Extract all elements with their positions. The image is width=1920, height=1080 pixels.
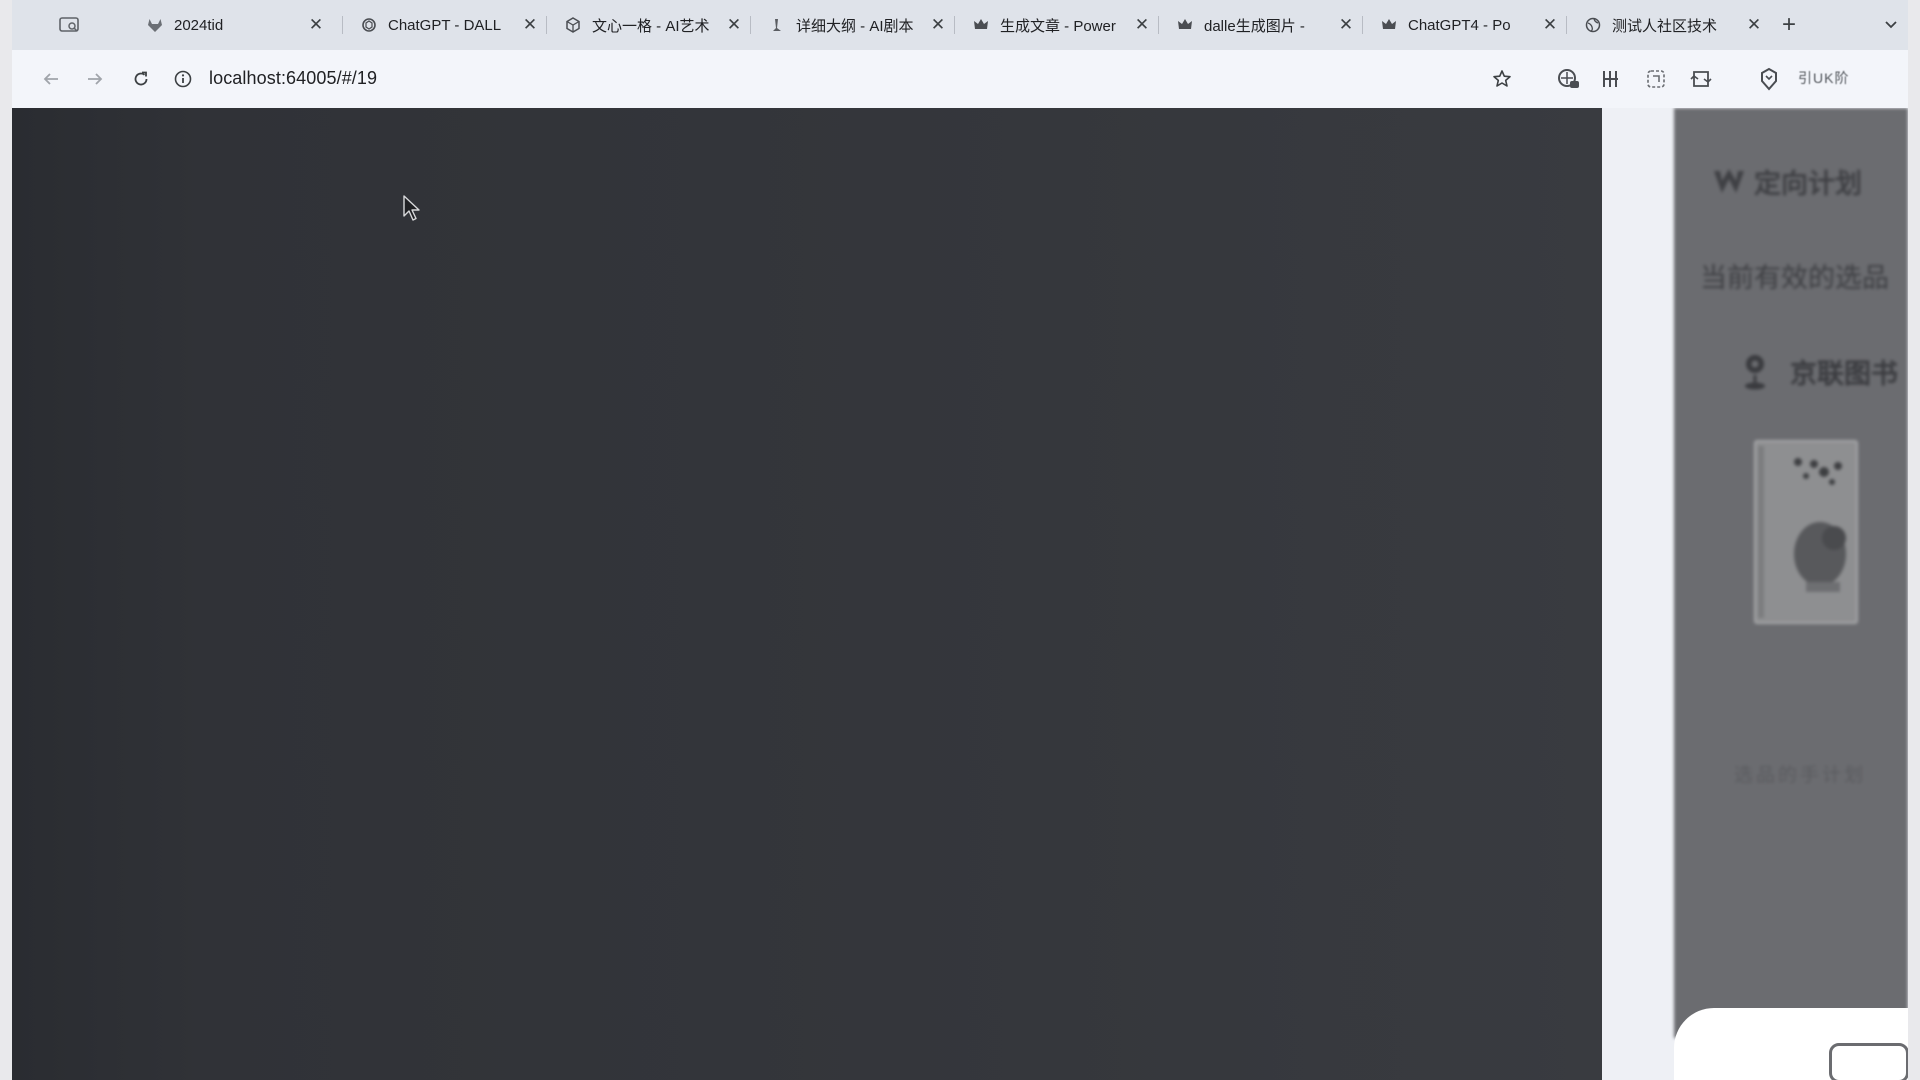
crown-icon [1380,16,1398,34]
close-icon[interactable]: ✕ [1540,15,1560,35]
tab-divider [750,16,751,34]
site-info-button[interactable] [172,68,194,90]
close-icon[interactable]: ✕ [520,15,540,35]
tab-title: 详细大纲 - AI剧本 [796,17,914,35]
extension-button[interactable] [1556,66,1582,92]
extension-icon [1558,69,1579,88]
browser-window: 2024tid ✕ ChatGPT - DALL ✕ 文心一格 - AI艺术 ✕… [12,0,1908,1080]
extension-icon [1647,70,1665,88]
extension-icon [1761,67,1777,91]
extension-button[interactable] [1598,66,1624,92]
tab-divider [1566,16,1567,34]
close-icon[interactable]: ✕ [306,15,326,35]
tab-divider [546,16,547,34]
tab-chatgpt4[interactable]: ChatGPT4 - Po ✕ [1368,8,1572,42]
logo-icon [1714,168,1744,193]
feather-icon [768,16,786,34]
page-content: 定向计划 当前有效的选品 京联图书 选品的手计划 [12,108,1908,1080]
crown-icon [972,16,990,34]
tab-divider [1362,16,1363,34]
tab-divider [954,16,955,34]
extension-button[interactable] [1688,66,1714,92]
panel-subtitle: 当前有效的选品 [1700,263,1889,293]
bookmark-button[interactable] [1489,66,1515,92]
cube-icon [564,16,582,34]
location-pin-icon [1745,354,1765,389]
address-bar[interactable]: localhost:64005/#/19 [209,68,377,89]
extension-button[interactable] [1756,66,1782,92]
plus-icon: + [1781,11,1796,38]
reload-icon [134,71,148,86]
new-tab-button[interactable]: + [1776,11,1802,38]
extension-button[interactable] [1643,66,1669,92]
book-cover-image[interactable] [1754,440,1858,624]
panel-title-text: 定向计划 [1754,169,1862,199]
tab-divider [1158,16,1159,34]
gitlab-icon [146,16,164,34]
tab-title: 测试人社区技术 [1612,17,1718,35]
panel-item[interactable]: 京联图书 [1742,352,1898,391]
book-illustration [1756,442,1856,622]
info-icon [174,70,192,88]
panel-action-button[interactable] [1829,1043,1908,1080]
tab-chatgpt-dalle[interactable]: ChatGPT - DALL ✕ [348,8,552,42]
forward-button[interactable] [80,64,110,94]
tab-title: 生成文章 - Power [1000,17,1116,35]
browser-toolbar: localhost:64005/#/19 引UK阶 [12,50,1908,108]
reload-button[interactable] [126,64,156,94]
tab-2024tid[interactable]: 2024tid ✕ [134,8,338,42]
tab-search-icon [59,17,79,32]
tab-wenxin-yige[interactable]: 文心一格 - AI艺术 ✕ [552,8,756,42]
tab-list-button[interactable] [1880,14,1902,36]
tab-divider [342,16,343,34]
openai-icon [360,16,378,34]
extension-icon [1690,71,1712,87]
modal-overlay[interactable] [12,108,1602,1080]
close-icon[interactable]: ✕ [928,15,948,35]
arrow-right-icon [88,73,103,85]
close-icon[interactable]: ✕ [724,15,744,35]
tab-title: ChatGPT - DALL [388,16,502,34]
panel-title: 定向计划 [1712,162,1862,201]
chevron-down-icon [1885,21,1897,29]
tab-generate-article[interactable]: 生成文章 - Power ✕ [960,8,1164,42]
tab-detailed-outline[interactable]: 详细大纲 - AI剧本 ✕ [756,8,960,42]
tab-search-button[interactable] [56,12,84,38]
tab-title: 2024tid [174,16,224,34]
extension-icon [1603,71,1618,87]
arrow-left-icon [43,73,58,85]
tab-testing-community[interactable]: 测试人社区技术 ✕ [1572,8,1776,42]
star-icon [1493,70,1511,87]
crown-icon [1176,16,1194,34]
tab-dalle-images[interactable]: dalle生成图片 - ✕ [1164,8,1368,42]
close-icon[interactable]: ✕ [1744,15,1764,35]
panel-item-label: 京联图书 [1790,359,1898,389]
tab-title: ChatGPT4 - Po [1408,16,1511,34]
globe-icon [1584,16,1602,34]
side-panel: 定向计划 当前有效的选品 京联图书 选品的手计划 [1674,108,1908,1038]
tab-title: dalle生成图片 - [1204,17,1305,35]
mouse-cursor-icon [403,195,420,221]
close-icon[interactable]: ✕ [1336,15,1356,35]
page-gutter [1602,108,1674,1080]
tab-strip: 2024tid ✕ ChatGPT - DALL ✕ 文心一格 - AI艺术 ✕… [12,0,1908,50]
close-icon[interactable]: ✕ [1132,15,1152,35]
profile-button[interactable]: 引UK阶 [1798,68,1849,88]
panel-footer-text: 选品的手计划 [1734,765,1867,786]
tab-title: 文心一格 - AI艺术 [592,17,710,35]
back-button[interactable] [36,64,66,94]
